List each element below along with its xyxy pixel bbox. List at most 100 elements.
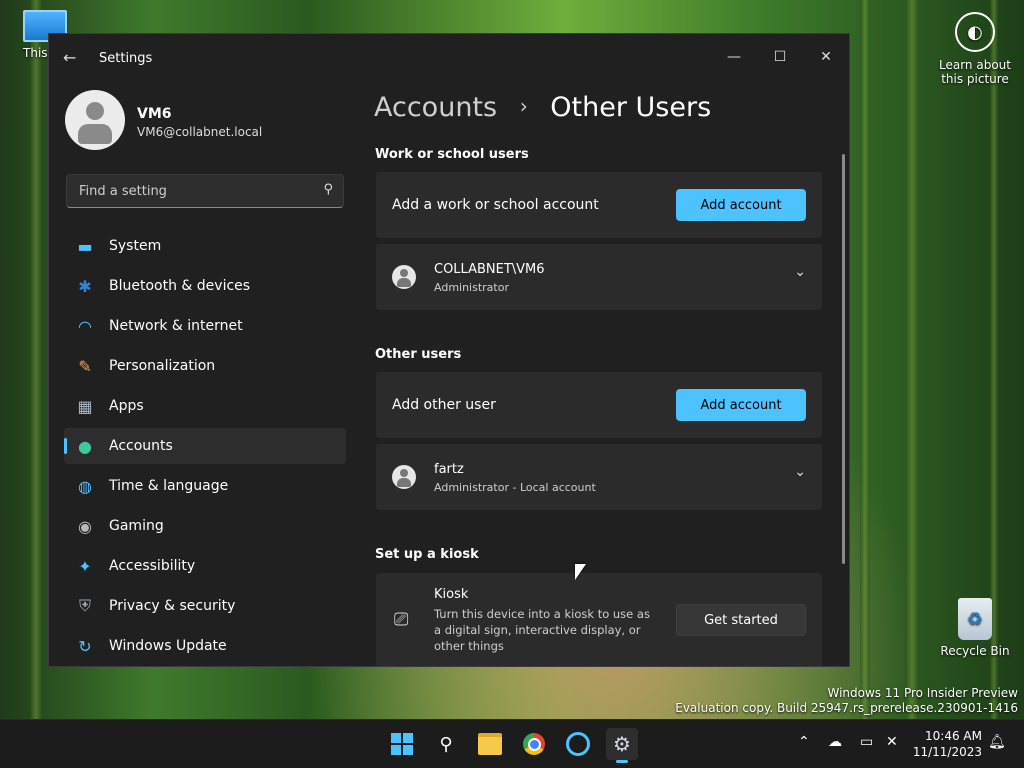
- sidebar-item-label: Accounts: [109, 438, 173, 454]
- evaluation-watermark: Windows 11 Pro Insider Preview Evaluatio…: [675, 686, 1018, 716]
- user-profile[interactable]: VM6 VM6@collabnet.local: [65, 90, 355, 150]
- get-started-button[interactable]: Get started: [676, 604, 806, 636]
- page-title: Other Users: [550, 92, 712, 123]
- avatar-head: [86, 102, 104, 120]
- brush-icon: ✎: [78, 356, 92, 376]
- settings-taskbar-icon[interactable]: ⚙: [606, 728, 638, 763]
- start-button[interactable]: [386, 728, 418, 760]
- other-user-name: fartz: [434, 462, 464, 477]
- other-user-role: Administrator - Local account: [434, 481, 596, 494]
- wallpaper-stalk: [905, 0, 919, 720]
- sidebar-item-windows-update[interactable]: ↻ Windows Update: [64, 628, 346, 664]
- chevron-down-icon[interactable]: ⌄: [794, 264, 806, 280]
- update-icon: ↻: [78, 636, 92, 656]
- cortana-icon[interactable]: [562, 728, 594, 760]
- kiosk-card: ⎚ Kiosk Turn this device into a kiosk to…: [376, 573, 822, 666]
- kiosk-description: Turn this device into a kiosk to use as …: [434, 607, 650, 653]
- sidebar-item-label: Gaming: [109, 518, 164, 534]
- accounts-icon: ●: [78, 436, 92, 456]
- settings-window: ← Settings — ☐ ✕ VM6 VM6@collabnet.local…: [48, 33, 850, 667]
- user-avatar-icon: [392, 465, 416, 489]
- system-icon: ▬: [77, 236, 93, 256]
- accessibility-icon: ✦: [78, 556, 92, 576]
- add-work-account-text: Add a work or school account: [392, 197, 599, 213]
- learn-about-picture-label: Learn about this picture: [939, 58, 1011, 86]
- other-user-card[interactable]: fartz Administrator - Local account ⌄: [376, 444, 822, 510]
- sidebar-item-label: Privacy & security: [109, 598, 236, 614]
- add-other-user-text: Add other user: [392, 397, 496, 413]
- search-taskbar-icon[interactable]: ⚲: [430, 728, 462, 760]
- wallpaper-stalk: [860, 0, 870, 720]
- search-input[interactable]: [77, 181, 311, 201]
- add-work-account-button[interactable]: Add account: [676, 189, 806, 221]
- sidebar-item-label: Accessibility: [109, 558, 196, 574]
- windows-logo-icon: [391, 733, 413, 755]
- chevron-down-icon[interactable]: ⌄: [794, 464, 806, 480]
- watermark-line: Evaluation copy. Build 25947.rs_prerelea…: [675, 701, 1018, 715]
- volume-muted-icon[interactable]: ✕: [886, 734, 898, 750]
- camera-icon: ◐: [955, 12, 995, 52]
- sidebar-item-apps[interactable]: ▦ Apps: [64, 388, 346, 424]
- desktop-icon-recycle-bin[interactable]: ♻ Recycle Bin: [940, 598, 1010, 658]
- sidebar-item-label: Time & language: [109, 478, 229, 494]
- minimize-button[interactable]: —: [711, 42, 757, 72]
- kiosk-title: Kiosk: [434, 587, 469, 602]
- add-other-user-button[interactable]: Add account: [676, 389, 806, 421]
- notification-bell-icon[interactable]: 🔔︎: [988, 734, 1006, 750]
- sidebar-item-bluetooth[interactable]: ✱ Bluetooth & devices: [64, 268, 346, 304]
- scrollbar[interactable]: [842, 154, 845, 564]
- sidebar-item-label: Apps: [109, 398, 144, 414]
- sidebar-item-network[interactable]: ◠ Network & internet: [64, 308, 346, 344]
- sidebar-item-system[interactable]: ▬ System: [64, 228, 346, 264]
- globe-icon: ◍: [78, 476, 92, 496]
- gamepad-icon: ◉: [78, 516, 92, 536]
- section-heading-kiosk: Set up a kiosk: [375, 547, 479, 562]
- breadcrumb-parent[interactable]: Accounts: [374, 92, 497, 123]
- clock[interactable]: 10:46 AM 11/11/2023: [913, 728, 982, 760]
- title-bar[interactable]: ← Settings — ☐ ✕: [49, 34, 849, 82]
- chrome-icon[interactable]: [518, 728, 550, 760]
- section-heading-other: Other users: [375, 347, 462, 362]
- sidebar-item-label: Network & internet: [109, 318, 243, 334]
- file-explorer-icon[interactable]: [474, 728, 506, 760]
- maximize-button[interactable]: ☐: [757, 42, 803, 72]
- profile-email: VM6@collabnet.local: [137, 125, 263, 139]
- mouse-cursor-icon: [575, 564, 586, 580]
- taskbar: ⚲ ⚙ ⌃ ☁ ▭ ✕ 10:46 AM 11/11/2023 🔔︎: [0, 719, 1024, 768]
- add-work-account-card: Add a work or school account Add account: [376, 172, 822, 238]
- network-icon[interactable]: ☁: [828, 734, 842, 750]
- sidebar-item-privacy[interactable]: ⛨ Privacy & security: [64, 588, 346, 624]
- sidebar-item-accessibility[interactable]: ✦ Accessibility: [64, 548, 346, 584]
- wifi-icon: ◠: [78, 316, 92, 336]
- section-heading-work: Work or school users: [375, 147, 529, 162]
- user-avatar-icon: [392, 265, 416, 289]
- work-user-card[interactable]: COLLABNET\VM6 Administrator ⌄: [376, 244, 822, 310]
- clock-date: 11/11/2023: [912, 745, 982, 759]
- window-title: Settings: [99, 51, 153, 66]
- sidebar-item-accounts[interactable]: ● Accounts: [64, 428, 346, 464]
- sidebar-nav: ▬ System ✱ Bluetooth & devices ◠ Network…: [64, 228, 346, 666]
- desktop-icon-label: Recycle Bin: [940, 644, 1010, 658]
- clock-time: 10:46 AM: [925, 729, 982, 743]
- sidebar-item-personalization[interactable]: ✎ Personalization: [64, 348, 346, 384]
- wallpaper-stalk: [30, 0, 42, 720]
- sidebar-item-label: System: [109, 238, 162, 254]
- sidebar-item-gaming[interactable]: ◉ Gaming: [64, 508, 346, 544]
- chevron-up-icon[interactable]: ⌃: [798, 734, 810, 750]
- sidebar-item-label: Windows Update: [109, 638, 227, 654]
- back-arrow-icon[interactable]: ←: [63, 48, 83, 68]
- add-other-user-card: Add other user Add account: [376, 372, 822, 438]
- learn-about-picture[interactable]: ◐ Learn about this picture: [930, 12, 1020, 86]
- breadcrumb: Accounts › Other Users: [374, 92, 711, 123]
- shield-icon: ⛨: [78, 596, 91, 615]
- display-icon[interactable]: ▭: [860, 734, 873, 750]
- sidebar-item-time-language[interactable]: ◍ Time & language: [64, 468, 346, 504]
- search-box[interactable]: ⚲: [66, 174, 344, 208]
- sidebar-item-label: Bluetooth & devices: [109, 278, 251, 294]
- avatar: [65, 90, 125, 150]
- watermark-line: Windows 11 Pro Insider Preview: [827, 686, 1018, 700]
- close-button[interactable]: ✕: [803, 42, 849, 72]
- recycle-bin-icon: ♻: [958, 598, 992, 640]
- profile-name: VM6: [137, 106, 172, 122]
- search-icon[interactable]: ⚲: [323, 182, 333, 197]
